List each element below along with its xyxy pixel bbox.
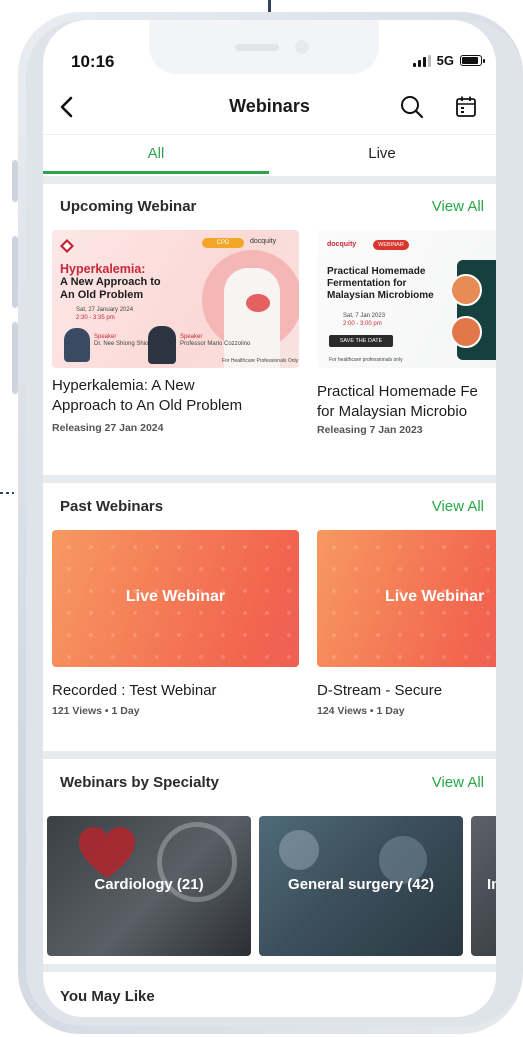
poster-heart bbox=[246, 294, 270, 312]
tab-live[interactable]: Live bbox=[269, 135, 495, 175]
upcoming-card-2-title-line-1[interactable]: Practical Homemade Fe bbox=[317, 382, 478, 402]
status-time: 10:16 bbox=[71, 52, 115, 71]
speaker-1-role: Speaker bbox=[94, 334, 117, 340]
signal-icon bbox=[412, 54, 431, 67]
speaker-grill bbox=[235, 44, 279, 51]
poster-badge: CPD bbox=[202, 238, 244, 248]
dynamic-island bbox=[149, 20, 379, 74]
poster-footer: For Healthcare Professionals Only bbox=[222, 358, 299, 364]
speaker-2-name: Professor Mario Cozzolino bbox=[180, 341, 251, 347]
phone-side-button-1 bbox=[12, 160, 18, 202]
upcoming-section-title: Upcoming Webinar bbox=[60, 198, 197, 215]
app-screen: 10:16 5G Webinars All Live Upcoming Webi… bbox=[43, 20, 496, 1017]
upcoming-card-1-release-date: Releasing 27 Jan 2024 bbox=[52, 422, 164, 434]
poster-figure bbox=[224, 268, 280, 368]
tab-active-indicator bbox=[43, 171, 269, 174]
poster-2-speaker-2-photo bbox=[450, 316, 482, 348]
network-label: 5G bbox=[436, 53, 454, 68]
stage: 10:16 5G Webinars All Live Upcoming Webi… bbox=[0, 0, 523, 1037]
section-separator bbox=[43, 475, 496, 483]
section-separator bbox=[43, 964, 496, 972]
poster-2-cta: SAVE THE DATE bbox=[329, 335, 393, 347]
upcoming-card-2-title-line-2[interactable]: for Malaysian Microbio bbox=[317, 402, 467, 422]
speaker-1-photo bbox=[64, 328, 90, 362]
past-card-2-banner-label: Live Webinar bbox=[385, 588, 485, 605]
section-separator bbox=[43, 176, 496, 184]
poster-headline-1: Hyperkalemia: bbox=[60, 262, 146, 276]
calendar-icon[interactable] bbox=[453, 94, 479, 120]
past-section-title: Past Webinars bbox=[60, 498, 164, 515]
specialty-card-partial[interactable]: In bbox=[471, 816, 496, 956]
poster-2-headline-2: Fermentation for bbox=[327, 278, 407, 289]
past-card-1-banner-label: Live Webinar bbox=[125, 588, 226, 605]
upcoming-card-1-title-line-2[interactable]: Approach to An Old Problem bbox=[52, 396, 242, 416]
poster-2-footer: For healthcare professionals only bbox=[329, 357, 403, 363]
poster-2-date: Sat, 7 Jan 2023 bbox=[343, 313, 386, 319]
past-card-1-title[interactable]: Recorded : Test Webinar bbox=[52, 681, 217, 701]
phone-side-button-2 bbox=[12, 236, 18, 308]
app-header: Webinars bbox=[43, 84, 496, 130]
search-icon[interactable] bbox=[399, 94, 425, 120]
connector-line-left bbox=[0, 492, 14, 494]
poster-2-time: 2:00 - 3:00 pm bbox=[343, 321, 382, 327]
specialty-general-surgery-label: General surgery (42) bbox=[288, 876, 434, 893]
past-card-1-meta: 121 Views • 1 Day bbox=[52, 705, 140, 717]
speaker-1-name: Dr. Nee Shiong Shiong bbox=[94, 341, 156, 347]
phone-side-button-3 bbox=[12, 322, 18, 394]
poster-2-badge: WEBINAR bbox=[373, 240, 409, 250]
specialty-partial-label: In bbox=[487, 876, 496, 893]
upcoming-card-1-title-line-1[interactable]: Hyperkalemia: A New bbox=[52, 376, 195, 396]
status-indicators: 5G bbox=[412, 53, 485, 68]
battery-icon bbox=[460, 55, 485, 66]
specialty-view-all-link[interactable]: View All bbox=[432, 774, 484, 791]
specialty-cardiology-label: Cardiology (21) bbox=[94, 876, 204, 893]
tab-all[interactable]: All bbox=[43, 135, 269, 175]
poster-2-speaker-1-photo bbox=[450, 274, 482, 306]
poster-2-headline-1: Practical Homemade bbox=[327, 266, 426, 277]
specialty-card-cardiology[interactable]: Cardiology (21) bbox=[47, 816, 251, 956]
poster-headline-3: An Old Problem bbox=[60, 289, 144, 301]
logo-icon bbox=[60, 239, 74, 253]
poster-headline-2: A New Approach to bbox=[60, 276, 161, 288]
poster-2-headline-3: Malaysian Microbiome bbox=[327, 290, 434, 301]
poster-date: Sat, 27 January 2024 bbox=[76, 307, 134, 313]
past-view-all-link[interactable]: View All bbox=[432, 498, 484, 515]
page-title: Webinars bbox=[229, 96, 310, 116]
poster-brand: docquity bbox=[250, 238, 277, 245]
you-may-like-title: You May Like bbox=[60, 988, 155, 1005]
poster-2-brand: docquity bbox=[327, 241, 357, 248]
poster-time: 2:30 - 3:35 pm bbox=[76, 315, 115, 321]
specialty-section-title: Webinars by Specialty bbox=[60, 774, 219, 791]
section-separator bbox=[43, 751, 496, 759]
upcoming-card-2-release-date: Releasing 7 Jan 2023 bbox=[317, 424, 423, 436]
past-card-2-title[interactable]: D-Stream - Secure bbox=[317, 681, 442, 701]
past-card-2-meta: 124 Views • 1 Day bbox=[317, 705, 405, 717]
speaker-2-role: Speaker bbox=[180, 334, 203, 340]
surgeon-shape bbox=[279, 830, 319, 870]
past-card-2-banner[interactable]: Live Webinar bbox=[317, 530, 496, 667]
upcoming-view-all-link[interactable]: View All bbox=[432, 198, 484, 215]
front-camera bbox=[295, 40, 309, 54]
heart-icon bbox=[79, 827, 135, 878]
tab-bar: All Live bbox=[43, 134, 496, 174]
upcoming-card-1-poster[interactable]: CPD docquity Hyperkalemia: A New Approac… bbox=[52, 230, 299, 368]
past-card-1-banner[interactable]: Live Webinar bbox=[52, 530, 299, 667]
specialty-card-general-surgery[interactable]: General surgery (42) bbox=[259, 816, 463, 956]
upcoming-card-2-poster[interactable]: docquity WEBINAR Practical Homemade Ferm… bbox=[317, 230, 496, 368]
speaker-2-photo bbox=[148, 326, 176, 364]
